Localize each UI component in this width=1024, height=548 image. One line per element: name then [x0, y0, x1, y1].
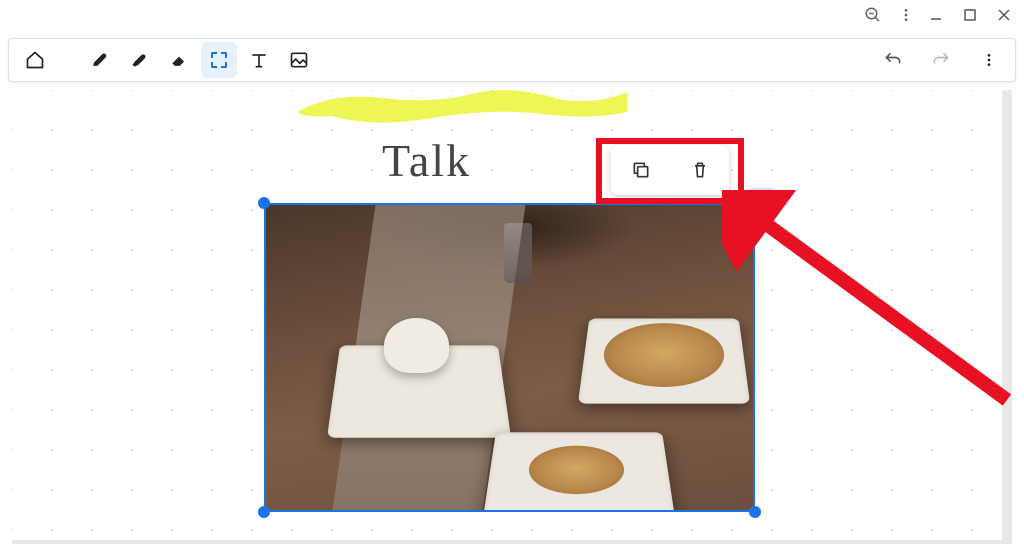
toolbar-more-button[interactable]: [971, 42, 1007, 78]
resize-handle-br[interactable]: [749, 506, 761, 518]
close-button[interactable]: [996, 7, 1012, 23]
redo-button[interactable]: [923, 42, 959, 78]
highlighter-stroke: [292, 84, 632, 124]
window-controls: [916, 0, 1024, 30]
select-icon: [211, 52, 227, 68]
pen-tool[interactable]: [81, 42, 117, 78]
selection-action-toolbar: [611, 145, 729, 195]
canvas-area[interactable]: Talk: [12, 90, 1012, 544]
eraser-tool[interactable]: [161, 42, 197, 78]
kebab-menu-icon[interactable]: [898, 7, 914, 28]
more-options-pill[interactable]: [743, 188, 781, 212]
delete-button[interactable]: [682, 152, 718, 188]
text-tool[interactable]: [241, 42, 277, 78]
maximize-button[interactable]: [962, 7, 978, 23]
resize-handle-tl[interactable]: [258, 197, 270, 209]
main-toolbar: [8, 38, 1016, 82]
copy-button[interactable]: [623, 152, 659, 188]
image-tool[interactable]: [281, 42, 317, 78]
annotation-arrow: [722, 190, 1024, 420]
undo-button[interactable]: [875, 42, 911, 78]
selected-image[interactable]: [264, 203, 755, 512]
minimize-button[interactable]: [928, 7, 944, 23]
selection-border: [264, 203, 755, 512]
resize-handle-bl[interactable]: [258, 506, 270, 518]
select-tool[interactable]: [201, 42, 237, 78]
zoom-out-icon[interactable]: [864, 6, 882, 29]
title-bar-icons: [864, 6, 914, 29]
handwritten-text: Talk: [382, 134, 471, 187]
highlighter-tool[interactable]: [121, 42, 157, 78]
home-button[interactable]: [17, 42, 53, 78]
